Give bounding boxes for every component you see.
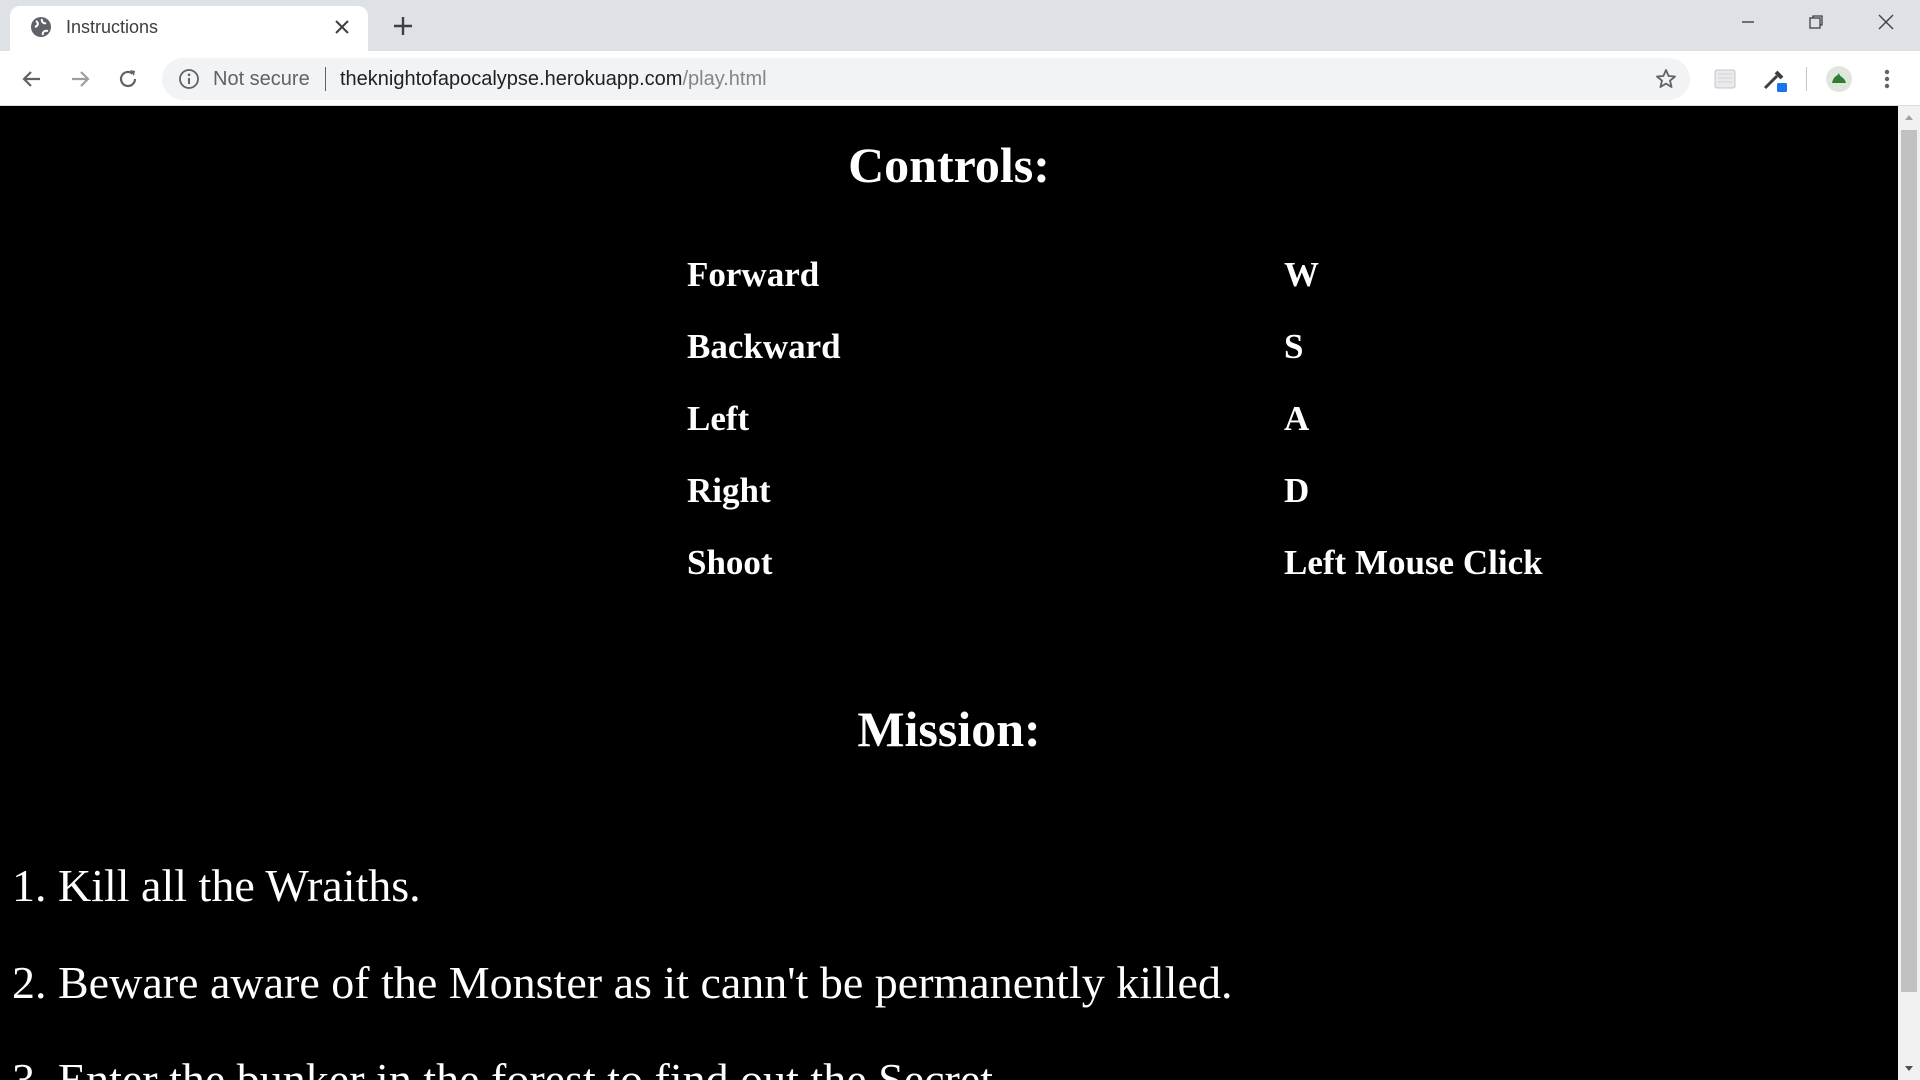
control-row-backward: Backward S <box>0 325 1898 369</box>
control-action: Backward <box>687 327 841 366</box>
control-action: Left <box>687 399 750 438</box>
back-arrow-icon[interactable] <box>18 65 46 93</box>
control-key: D <box>1284 471 1310 510</box>
tab-title: Instructions <box>66 17 159 37</box>
bookmark-star-icon[interactable] <box>1654 67 1678 91</box>
info-icon[interactable] <box>178 68 200 90</box>
close-window-icon[interactable] <box>1852 0 1920 44</box>
control-action: Right <box>687 471 771 510</box>
new-tab-icon[interactable] <box>390 13 416 39</box>
mission-heading: Mission: <box>857 701 1041 757</box>
control-key: S <box>1284 327 1304 366</box>
control-row-left: Left A <box>0 397 1898 441</box>
page-viewport: Controls: Forward W Backward S Left A Ri… <box>0 106 1898 1080</box>
url-path: /play.html <box>682 68 767 90</box>
control-key: Left Mouse Click <box>1284 543 1543 582</box>
control-action: Shoot <box>687 543 773 582</box>
browser-toolbar: Not secure theknightofapocalypse.herokua… <box>0 51 1920 106</box>
mission-item: 2. Beware aware of the Monster as it can… <box>12 957 1233 1008</box>
kebab-menu-icon[interactable] <box>1872 64 1902 94</box>
control-row-shoot: Shoot Left Mouse Click <box>0 541 1898 585</box>
control-key: A <box>1284 399 1310 438</box>
minimize-icon[interactable] <box>1714 0 1782 44</box>
profile-avatar[interactable] <box>1824 64 1854 94</box>
restore-icon[interactable] <box>1782 0 1850 44</box>
active-tab[interactable]: Instructions <box>10 6 368 51</box>
control-action: Forward <box>687 255 820 294</box>
security-label[interactable]: Not secure <box>213 68 310 90</box>
globe-icon <box>30 16 52 38</box>
close-tab-icon[interactable] <box>330 15 354 39</box>
eyedropper-extension-icon[interactable] <box>1760 64 1790 94</box>
url-text[interactable]: theknightofapocalypse.herokuapp.com/play… <box>340 68 767 90</box>
extension-icon[interactable] <box>1710 64 1740 94</box>
forward-arrow-icon[interactable] <box>66 65 94 93</box>
control-key: W <box>1284 255 1319 294</box>
reload-icon[interactable] <box>114 65 142 93</box>
omnibox-divider <box>325 67 326 91</box>
tab-strip: Instructions <box>0 0 1920 51</box>
controls-heading: Controls: <box>848 137 1050 193</box>
toolbar-separator <box>1806 67 1807 91</box>
scrollbar-thumb[interactable] <box>1901 130 1917 992</box>
control-row-forward: Forward W <box>0 253 1898 297</box>
scroll-down-arrow-icon[interactable] <box>1898 1058 1920 1080</box>
mission-item: 1. Kill all the Wraiths. <box>12 860 421 911</box>
vertical-scrollbar[interactable] <box>1898 106 1920 1080</box>
mission-item: 3. Enter the bunker in the forest to fin… <box>12 1054 1005 1080</box>
url-host: theknightofapocalypse.herokuapp.com <box>340 68 683 90</box>
scroll-up-arrow-icon[interactable] <box>1898 106 1920 128</box>
control-row-right: Right D <box>0 469 1898 513</box>
address-bar[interactable]: Not secure theknightofapocalypse.herokua… <box>162 58 1690 100</box>
